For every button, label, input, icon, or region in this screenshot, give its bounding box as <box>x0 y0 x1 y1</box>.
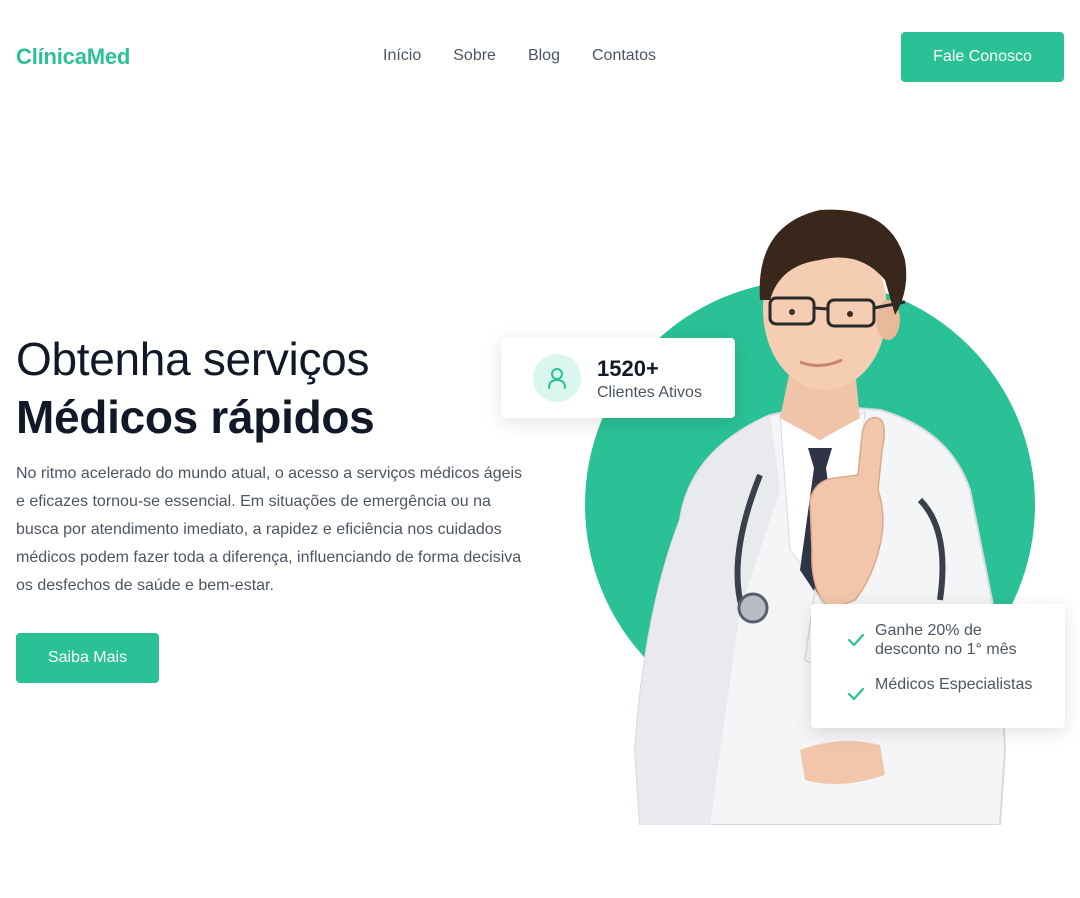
nav-link-inicio[interactable]: Início <box>383 47 421 65</box>
contact-button[interactable]: Fale Conosco <box>901 32 1064 82</box>
benefit-item: Médicos Especialistas <box>847 675 1047 703</box>
main-nav: Início Sobre Blog Contatos <box>383 47 656 65</box>
logo[interactable]: ClínicaMed <box>16 44 130 70</box>
doctor-image <box>633 209 1007 825</box>
hero-title-line1: Obtenha serviços <box>16 333 370 385</box>
user-icon <box>533 354 581 402</box>
active-clients-label: Clientes Ativos <box>597 384 702 401</box>
benefit-text: Ganhe 20% de desconto no 1° mês <box>875 622 1017 658</box>
hero-title: Obtenha serviços Médicos rápidos <box>16 330 375 446</box>
learn-more-button[interactable]: Saiba Mais <box>16 633 159 683</box>
check-icon <box>847 633 865 647</box>
active-clients-card: 1520+ Clientes Ativos <box>501 338 735 418</box>
check-icon <box>847 687 865 701</box>
benefit-item: Ganhe 20% de desconto no 1° mês <box>847 621 1047 659</box>
hero-description: No ritmo acelerado do mundo atual, o ace… <box>16 465 523 594</box>
hero-visual <box>490 180 1080 840</box>
site-header: ClínicaMed Início Sobre Blog Contatos Fa… <box>0 0 1080 114</box>
nav-link-contatos[interactable]: Contatos <box>592 47 656 65</box>
active-clients-count: 1520+ <box>597 356 659 381</box>
hero-title-line2: Médicos rápidos <box>16 391 375 443</box>
benefit-text: Médicos Especialistas <box>875 676 1033 693</box>
nav-link-blog[interactable]: Blog <box>528 47 560 65</box>
benefits-card: Ganhe 20% de desconto no 1° mês Médicos … <box>811 604 1065 728</box>
nav-link-sobre[interactable]: Sobre <box>453 47 496 65</box>
